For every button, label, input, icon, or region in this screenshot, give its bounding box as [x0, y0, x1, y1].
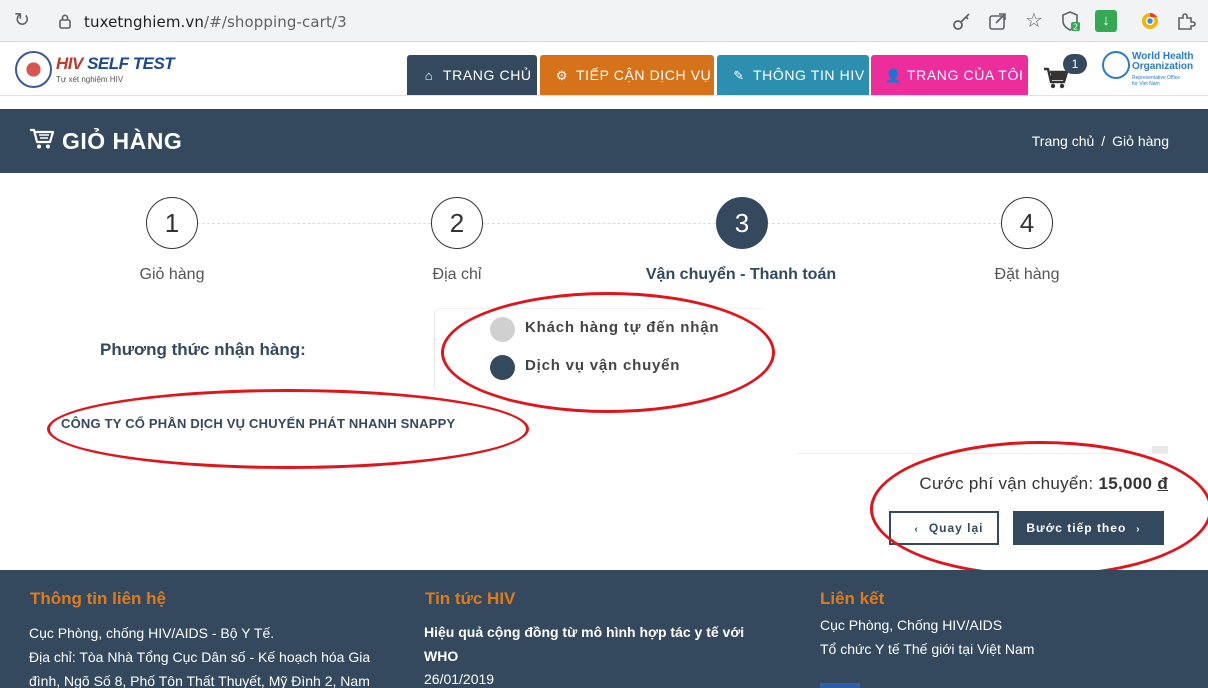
- url-text: tuxetnghiem.vn/#/shopping-cart/3: [84, 13, 347, 31]
- page-title: GIỎ HÀNG: [62, 128, 183, 154]
- chrome-profile-icon[interactable]: [1139, 10, 1161, 32]
- radio-checked[interactable]: [490, 355, 515, 380]
- breadcrumb-separator: /: [1101, 133, 1106, 149]
- magic-wand-icon: ✎: [733, 68, 745, 83]
- logo-subtitle: Tự xét nghiệm HIV: [56, 75, 124, 84]
- share-icon[interactable]: [987, 10, 1009, 32]
- next-step-button[interactable]: Bước tiếp theo ›: [1013, 511, 1164, 545]
- chevron-left-icon: ‹: [914, 524, 919, 535]
- step-connector: [482, 223, 716, 224]
- cogs-icon: ⚙: [555, 68, 569, 83]
- contact-line: Cục Phòng, chống HIV/AIDS - Bộ Y Tế.: [29, 625, 275, 641]
- url-path: /#/shopping-cart/3: [204, 13, 347, 31]
- step-connector: [767, 223, 1001, 224]
- back-button[interactable]: ‹ Quay lại: [889, 511, 999, 545]
- chevron-right-icon: ›: [1136, 524, 1141, 535]
- shipping-fee: Cước phí vận chuyển: 15,000 đ: [919, 474, 1168, 494]
- nav-home[interactable]: ⌂ TRANG CHỦ: [407, 55, 537, 95]
- key-icon[interactable]: [951, 10, 973, 32]
- step-1-circle[interactable]: 1: [146, 197, 198, 249]
- page-title-banner: GIỎ HÀNG Trang chủ / Giỏ hàng: [0, 109, 1208, 173]
- back-button-label: Quay lại: [928, 521, 984, 535]
- extensions-puzzle-icon[interactable]: [1175, 10, 1197, 32]
- extension-badge: 2: [1073, 23, 1078, 32]
- step-3-label: Vận chuyển - Thanh toán: [645, 266, 837, 283]
- radio-unchecked[interactable]: [490, 317, 515, 342]
- step-4-label: Đặt hàng: [994, 266, 1060, 283]
- who-line-2: Organization: [1132, 61, 1194, 72]
- nav-my-page[interactable]: 👤 TRANG CỦA TÔI: [871, 55, 1028, 95]
- nav-hiv-info[interactable]: ✎ THÔNG TIN HIV: [717, 55, 869, 95]
- contact-line: Địa chỉ: Tòa Nhà Tổng Cục Dân số - Kế ho…: [29, 649, 371, 665]
- reload-icon[interactable]: ↻: [10, 9, 34, 33]
- delivery-option-pickup-label: Khách hàng tự đến nhận: [525, 319, 720, 336]
- star-icon[interactable]: ☆: [1023, 10, 1045, 32]
- logo-title-red: HIV: [56, 54, 83, 73]
- footer-link[interactable]: Tổ chức Y tế Thế giới tại Việt Nam: [820, 637, 1034, 661]
- nav-home-label: TRANG CHỦ: [443, 67, 532, 83]
- delivery-method-label: Phương thức nhận hàng:: [100, 340, 306, 359]
- site-header: HIV SELF TEST Tự xét nghiệm HIV ⌂ TRANG C…: [0, 42, 1208, 96]
- step-4-circle[interactable]: 4: [1001, 197, 1053, 249]
- download-extension-icon[interactable]: ↓: [1095, 10, 1117, 32]
- annotation-ellipse-fee-buttons: [870, 441, 1208, 577]
- delivery-option-shipping-label: Dịch vụ vận chuyển: [525, 357, 681, 374]
- footer-links-title: Liên kết: [820, 589, 885, 608]
- news-title-line: Hiệu quả cộng đồng từ mô hình hợp tác y …: [424, 624, 745, 640]
- shopping-cart-icon: [30, 128, 55, 149]
- cart-count-badge: 1: [1063, 54, 1087, 74]
- news-title-line: WHO: [424, 648, 459, 664]
- next-button-label: Bước tiếp theo: [1026, 521, 1127, 535]
- who-emblem-icon[interactable]: [1102, 51, 1130, 79]
- logo-title[interactable]: HIV SELF TEST: [56, 54, 175, 74]
- nav-info-label: THÔNG TIN HIV: [753, 67, 865, 83]
- lock-icon: [59, 14, 71, 29]
- footer-link[interactable]: Cục Phòng, Chống HIV/AIDS: [820, 613, 1002, 637]
- shipping-fee-value: 15,000: [1098, 474, 1153, 493]
- step-2-circle[interactable]: 2: [431, 197, 483, 249]
- who-logo-text: World Health Organization: [1132, 52, 1193, 72]
- footer-contact-text: Cục Phòng, chống HIV/AIDS - Bộ Y Tế. Địa…: [29, 621, 370, 688]
- step-2-label: Địa chỉ: [432, 266, 482, 283]
- who-logo-subtext: Representative Office for Viet Nam: [1132, 75, 1180, 87]
- breadcrumb-current: Giỏ hàng: [1112, 133, 1169, 149]
- step-connector: [197, 223, 431, 224]
- shipping-fee-label: Cước phí vận chuyển:: [919, 474, 1094, 493]
- site-footer: Thông tin liên hệ Cục Phòng, chống HIV/A…: [0, 570, 1208, 688]
- shipping-fee-currency: đ: [1157, 474, 1168, 493]
- footer-contact-title: Thông tin liên hệ: [30, 589, 166, 608]
- divider: [797, 453, 1168, 454]
- step-1-label: Giỏ hàng: [139, 266, 205, 283]
- footer-news-date: 26/01/2019: [424, 671, 495, 687]
- user-icon: 👤: [885, 68, 902, 83]
- nav-services-label: TIẾP CẬN DỊCH VỤ: [576, 67, 712, 83]
- hiv-self-test-logo-icon[interactable]: [15, 51, 52, 88]
- breadcrumb-home[interactable]: Trang chủ: [1032, 133, 1095, 149]
- browser-toolbar: ↻ tuxetnghiem.vn/#/shopping-cart/3 ☆ 2 ↓: [0, 0, 1208, 42]
- contact-line: đình, Ngõ Số 8, Phố Tôn Thất Thuyết, Mỹ …: [29, 673, 370, 688]
- footer-news-link[interactable]: Hiệu quả cộng đồng từ mô hình hợp tác y …: [424, 620, 744, 668]
- logo-title-blue: SELF TEST: [82, 54, 175, 73]
- scroll-stub: [1152, 446, 1168, 453]
- home-icon: ⌂: [424, 68, 434, 83]
- step-3-circle[interactable]: 3: [716, 197, 768, 249]
- nav-me-label: TRANG CỦA TÔI: [907, 67, 1024, 83]
- breadcrumb: Trang chủ / Giỏ hàng: [1032, 133, 1169, 149]
- who-sub-2: for Viet Nam: [1132, 81, 1160, 87]
- carrier-name: CÔNG TY CỔ PHẦN DỊCH VỤ CHUYỂN PHÁT NHAN…: [61, 416, 456, 431]
- facebook-widget[interactable]: [820, 683, 860, 688]
- url-host: tuxetnghiem.vn: [84, 13, 205, 31]
- nav-services[interactable]: ⚙ TIẾP CẬN DỊCH VỤ: [540, 55, 714, 95]
- shield-extension-icon[interactable]: 2: [1059, 10, 1081, 32]
- footer-news-title: Tin tức HIV: [425, 589, 516, 608]
